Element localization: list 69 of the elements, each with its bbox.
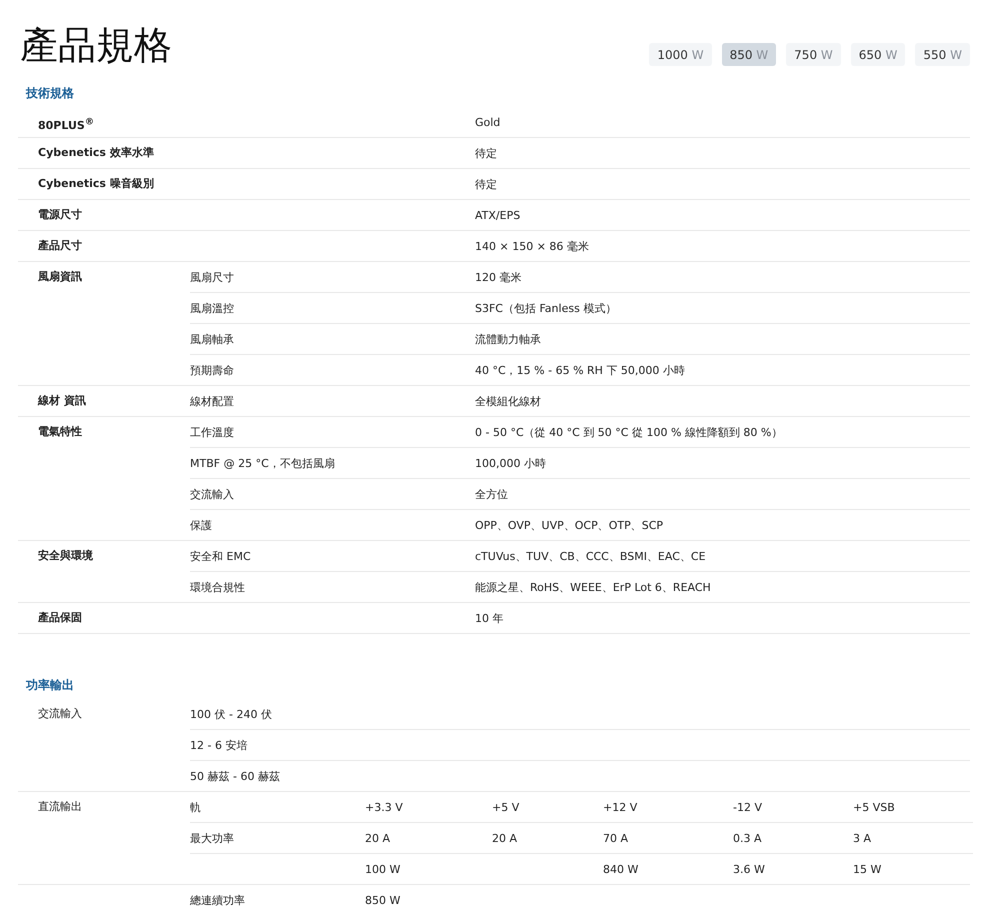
spec-group-label: 產品尺寸 bbox=[37, 238, 83, 254]
output-label: 100 伏 - 240 伏 bbox=[190, 706, 273, 722]
spec-value: OPP、OVP、UVP、OCP、OTP、SCP bbox=[475, 518, 664, 532]
spec-value: 140 × 150 × 86 毫米 bbox=[475, 238, 589, 254]
spec-label: 風扇溫控 bbox=[190, 300, 235, 316]
spec-value: 120 毫米 bbox=[475, 270, 522, 284]
spec-group-label: 80PLUS$^{®}$ bbox=[37, 115, 95, 134]
table-cell-text: 840 W bbox=[603, 862, 640, 876]
table-cell-text: 20 A bbox=[492, 832, 518, 844]
spec-value: Gold bbox=[475, 116, 500, 128]
spec-group-label: 線材 資訊 bbox=[36, 393, 87, 409]
spec-group-label: Cybenetics 噪音級別 bbox=[37, 176, 155, 192]
table-cell-text: 15 W bbox=[853, 862, 882, 876]
spec-value: 10 年 bbox=[475, 610, 504, 626]
section-heading: 功率輸出 bbox=[25, 677, 75, 694]
spec-value: cTUVus、TUV、CB、CCC、BSMI、EAC、CE bbox=[475, 548, 706, 564]
wattage-tab[interactable]: 750 W bbox=[786, 43, 841, 66]
spec-value: 全方位 bbox=[475, 486, 508, 502]
output-label: 50 赫茲 - 60 赫茲 bbox=[190, 768, 281, 784]
spec-label: MTBF @ 25 °C，不包括風扇 bbox=[190, 456, 336, 470]
wattage-tab[interactable]: 850 W bbox=[722, 43, 776, 66]
table-cell-text: 100 W bbox=[365, 862, 402, 876]
spec-label: 線材配置 bbox=[190, 394, 235, 408]
spec-label: 風扇尺寸 bbox=[190, 270, 235, 284]
table-cell-text: +3.3 V bbox=[365, 800, 404, 814]
spec-label: 交流輸入 bbox=[190, 486, 235, 502]
spec-label: 安全和 EMC bbox=[190, 548, 252, 564]
spec-value: 0 - 50 °C（從 40 °C 到 50 °C 從 100 % 線性降額到 80 %） bbox=[475, 424, 782, 440]
spec-label: 預期壽命 bbox=[190, 362, 235, 378]
table-cell-text: +5 VSB bbox=[853, 800, 896, 814]
wattage-tab[interactable]: 1000 W bbox=[649, 43, 712, 66]
spec-value: 待定 bbox=[475, 176, 497, 192]
spec-group-label: 風扇資訊 bbox=[37, 269, 83, 285]
wattage-tab[interactable]: 550 W bbox=[915, 43, 970, 66]
output-label: 12 - 6 安培 bbox=[190, 738, 248, 752]
table-cell-text: 0.3 A bbox=[733, 832, 763, 844]
spec-label: 環境合規性 bbox=[190, 580, 246, 594]
spec-value: ATX/EPS bbox=[475, 208, 520, 222]
output-label: 最大功率 bbox=[190, 830, 235, 846]
spec-group-label: 電氣特性 bbox=[37, 424, 83, 440]
spec-label: 保護 bbox=[190, 518, 213, 532]
output-label: 總連續功率 bbox=[190, 892, 246, 908]
page-title: 產品規格 bbox=[20, 23, 172, 67]
table-cell-text: 3.6 W bbox=[733, 862, 766, 876]
spec-value: 能源之星、RoHS、WEEE、ErP Lot 6、REACH bbox=[475, 580, 711, 594]
table-cell-text: +5 V bbox=[492, 800, 520, 814]
output-group-label: 交流輸入 bbox=[37, 706, 83, 722]
spec-label: 工作溫度 bbox=[190, 424, 235, 440]
table-cell-text: 850 W bbox=[365, 894, 402, 906]
output-label: 軌 bbox=[190, 800, 202, 814]
output-group-label: 直流輸出 bbox=[37, 799, 83, 815]
spec-value: 待定 bbox=[475, 146, 497, 160]
spec-group-label: 產品保固 bbox=[37, 610, 83, 626]
spec-label: 風扇軸承 bbox=[190, 332, 235, 346]
table-cell-text: 20 A bbox=[365, 832, 392, 844]
wattage-tab[interactable]: 650 W bbox=[850, 43, 906, 66]
spec-value: 流體動力軸承 bbox=[475, 332, 541, 346]
spec-group-label: Cybenetics 效率水準 bbox=[37, 145, 155, 161]
spec-group-label: 電源尺寸 bbox=[37, 207, 83, 223]
spec-value: 100,000 小時 bbox=[475, 456, 546, 470]
table-cell-text: 70 A bbox=[603, 832, 630, 844]
table-cell-text: 3 A bbox=[853, 832, 872, 844]
spec-group-label: 安全與環境 bbox=[37, 548, 94, 564]
table-cell-text: -12 V bbox=[733, 800, 763, 814]
spec-value: S3FC（包括 Fanless 模式） bbox=[475, 300, 616, 316]
spec-value: 40 °C，15 % - 65 % RH 下 50,000 小時 bbox=[475, 362, 685, 378]
spec-value: 全模組化線材 bbox=[475, 394, 541, 408]
section-heading: 技術規格 bbox=[24, 85, 75, 102]
table-cell-text: +12 V bbox=[603, 800, 638, 814]
